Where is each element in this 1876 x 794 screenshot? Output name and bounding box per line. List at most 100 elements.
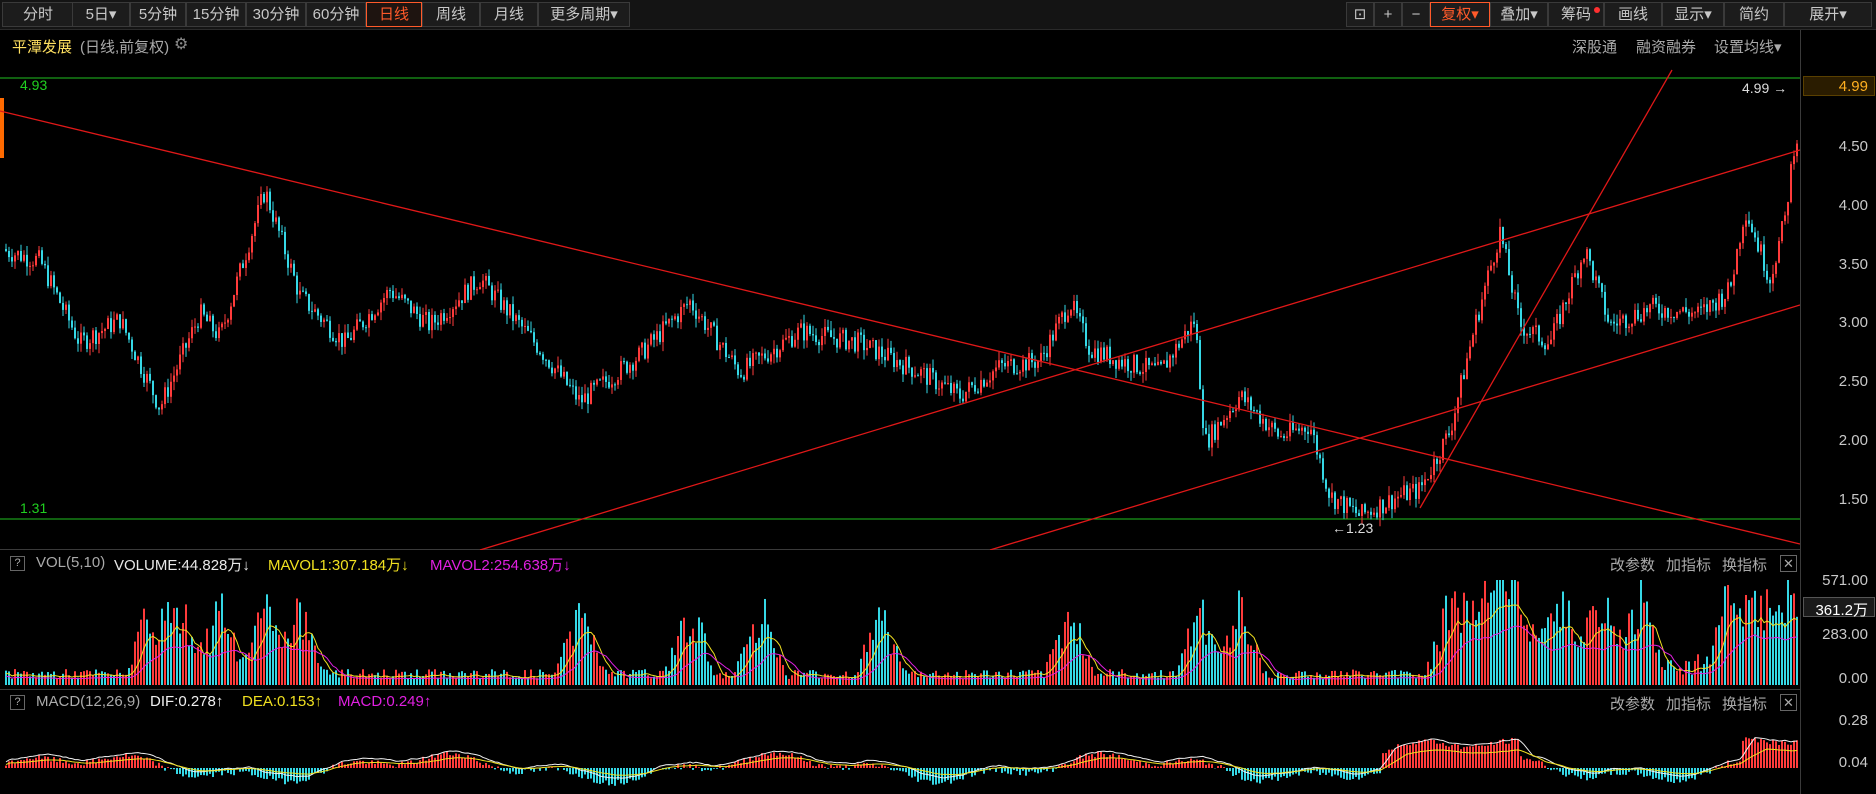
expand-dropdown[interactable]: 展开▾ (1784, 2, 1872, 27)
candle-body (572, 385, 574, 387)
volume-bar (878, 607, 880, 685)
macd-histogram-bar (206, 768, 208, 776)
candle-body (608, 381, 610, 388)
lock-icon[interactable]: ⊡ (1346, 2, 1374, 27)
more-periods-dropdown[interactable]: 更多周期▾ (538, 2, 630, 27)
volume-bar (212, 625, 214, 685)
candle-body (1733, 274, 1735, 286)
zoom-out-icon[interactable]: − (1402, 2, 1430, 27)
volume-bar (1310, 675, 1312, 685)
volume-bar (1226, 635, 1228, 685)
tab-weekly[interactable]: 周线 (422, 2, 480, 27)
volume-bar (776, 657, 778, 685)
candle-body (44, 263, 46, 266)
volume-bar (1133, 676, 1135, 685)
tab-15min[interactable]: 15分钟 (186, 2, 246, 27)
candle-body (296, 275, 298, 295)
tab-5day[interactable]: 5日▾ (72, 2, 130, 27)
volume-bar (1472, 600, 1474, 685)
candle-body (1112, 360, 1114, 365)
candle-body (629, 364, 631, 373)
axis-tick: 0.04 (1838, 754, 1868, 771)
macd-histogram-bar (44, 756, 46, 768)
tab-monthly[interactable]: 月线 (480, 2, 538, 27)
volume-chart[interactable] (0, 550, 1800, 690)
tab-daily[interactable]: 日线 (366, 2, 422, 27)
volume-bar (1064, 621, 1066, 685)
candle-body (857, 332, 859, 352)
volume-bar (962, 678, 964, 685)
macd-histogram-bar (1409, 745, 1411, 768)
macd-histogram-bar (1520, 756, 1522, 768)
chips-button[interactable]: 筹码 (1548, 2, 1604, 27)
volume-bar (890, 654, 892, 685)
candle-body (392, 290, 394, 298)
macd-histogram-bar (503, 768, 505, 772)
candle-body (587, 393, 589, 404)
volume-bar (1652, 626, 1654, 685)
macd-histogram-bar (11, 760, 13, 768)
macd-histogram-bar (107, 759, 109, 768)
candle-body (1034, 362, 1036, 368)
volume-bar (1139, 678, 1141, 685)
candle-body (611, 384, 613, 388)
candle-body (476, 289, 478, 291)
tab-60min[interactable]: 60分钟 (306, 2, 366, 27)
volume-bar (1349, 675, 1351, 685)
macd-histogram-bar (1415, 744, 1417, 768)
adjust-rights-dropdown[interactable]: 复权▾ (1430, 2, 1490, 27)
tab-5min[interactable]: 5分钟 (130, 2, 186, 27)
display-dropdown[interactable]: 显示▾ (1662, 2, 1724, 27)
volume-bar (1754, 590, 1756, 685)
macd-chart[interactable] (0, 690, 1800, 794)
macd-histogram-bar (137, 755, 139, 768)
tab-30min[interactable]: 30分钟 (246, 2, 306, 27)
candle-body (1583, 258, 1585, 263)
macd-histogram-bar (1175, 761, 1177, 768)
candle-body (1766, 270, 1768, 280)
volume-bar (251, 642, 253, 685)
candle-body (674, 316, 676, 320)
macd-histogram-bar (479, 762, 481, 768)
candle-body (422, 314, 424, 327)
macd-histogram-bar (716, 768, 718, 769)
candle-body (713, 322, 715, 326)
volume-bar (1211, 634, 1213, 685)
volume-bar (1214, 644, 1216, 685)
macd-histogram-bar (68, 763, 70, 768)
candle-body (1790, 164, 1792, 203)
candle-body (809, 325, 811, 335)
volume-bar (1112, 671, 1114, 685)
macd-histogram-bar (824, 766, 826, 768)
macd-histogram-bar (131, 755, 133, 768)
candle-body (548, 360, 550, 368)
macd-histogram-bar (29, 758, 31, 768)
macd-histogram-bar (1679, 768, 1681, 783)
tab-timeshare[interactable]: 分时 (2, 2, 74, 27)
macd-histogram-bar (419, 760, 421, 768)
zoom-in-icon[interactable]: + (1374, 2, 1402, 27)
macd-histogram-bar (440, 754, 442, 768)
volume-bar (1490, 592, 1492, 685)
macd-histogram-bar (1748, 738, 1750, 768)
axis-tick: 0.00 (1838, 670, 1868, 687)
candle-body (506, 300, 508, 316)
draw-line-button[interactable]: 画线 (1604, 2, 1662, 27)
candle-body (62, 302, 64, 310)
macd-histogram-bar (1553, 768, 1555, 770)
macd-histogram-bar (1229, 768, 1231, 772)
candle-body (131, 339, 133, 352)
macd-histogram-bar (113, 757, 115, 768)
macd-histogram-bar (1523, 759, 1525, 768)
candlestick-chart[interactable] (0, 30, 1800, 550)
macd-histogram-bar (548, 767, 550, 768)
volume-bar (1319, 674, 1321, 685)
candle-body (320, 315, 322, 322)
overlay-dropdown[interactable]: 叠加▾ (1490, 2, 1548, 27)
simple-mode-button[interactable]: 简约 (1724, 2, 1784, 27)
axis-tick: 2.00 (1838, 432, 1868, 449)
candle-body (644, 342, 646, 359)
candle-body (1175, 343, 1177, 358)
macd-histogram-bar (815, 766, 817, 768)
candle-body (1019, 371, 1021, 374)
